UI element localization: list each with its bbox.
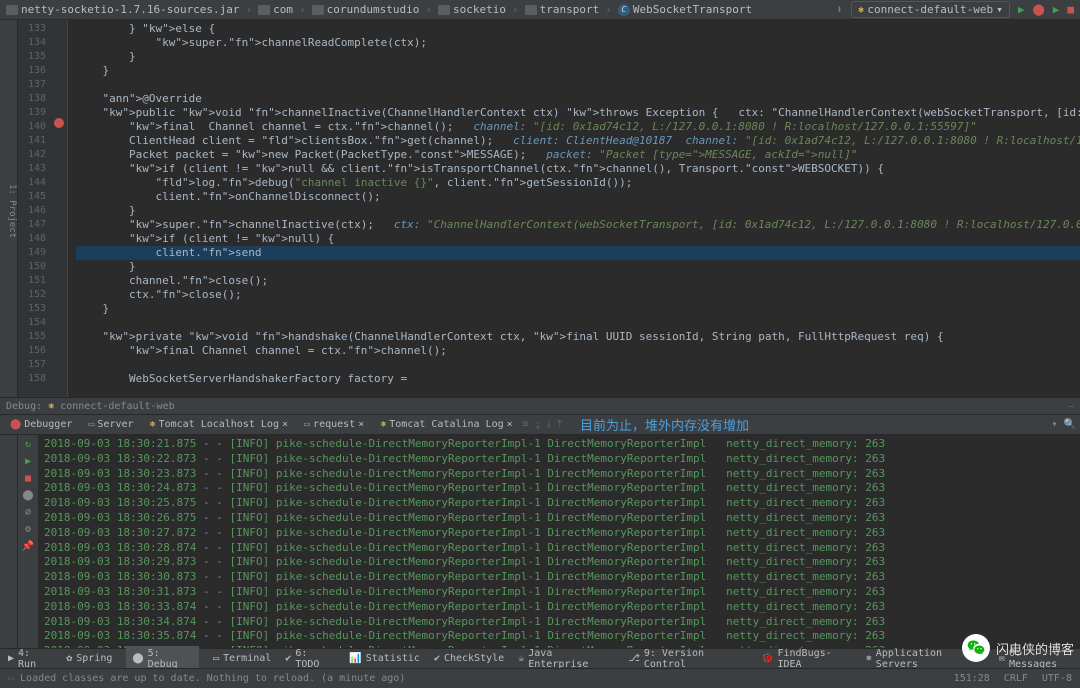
jar-icon: [6, 5, 18, 15]
stop-icon[interactable]: ■: [25, 473, 31, 484]
project-tool-tab[interactable]: 1: Project: [7, 184, 17, 238]
tab-tomcat-localhost[interactable]: ⎈Tomcat Localhost Log ×: [144, 417, 294, 432]
debug-tool-tabs: ⬤Debugger ▭Server ⎈Tomcat Localhost Log …: [0, 415, 1080, 435]
bottom-tool-buttons: ▶ 4: Run ✿ Spring ⬤ 5: Debug ▭ Terminal …: [0, 648, 1080, 668]
tool-run[interactable]: ▶ 4: Run: [8, 648, 52, 670]
line-separator[interactable]: CRLF: [1004, 673, 1028, 684]
folder-icon: [525, 5, 537, 15]
run-coverage-icon[interactable]: ▶: [1053, 3, 1060, 16]
breadcrumb-jar[interactable]: netty-socketio-1.7.16-sources.jar: [21, 3, 240, 16]
watermark-text: 闪电侠的博客: [996, 639, 1074, 658]
run-icon[interactable]: ▶: [1018, 3, 1025, 16]
debug-label: Debug:: [6, 401, 42, 412]
mute-breakpoints-icon[interactable]: ⌀: [25, 507, 31, 518]
tool-terminal[interactable]: ▭ Terminal: [213, 653, 271, 664]
tab-request[interactable]: ▭request ×: [298, 417, 370, 432]
file-encoding[interactable]: UTF-8: [1042, 673, 1072, 684]
breakpoint-gutter[interactable]: [52, 20, 68, 397]
breadcrumb-p4[interactable]: transport: [540, 3, 600, 16]
status-bar: ▭ Loaded classes are up to date. Nothing…: [0, 668, 1080, 688]
settings-icon[interactable]: ⚙: [25, 524, 31, 535]
tool-statistic[interactable]: 📊 Statistic: [349, 653, 420, 664]
folder-icon: [438, 5, 450, 15]
breadcrumb-bar: netty-socketio-1.7.16-sources.jar› com› …: [0, 0, 1080, 20]
console-action-gutter: ↻ ▶ ■ ⬤ ⌀ ⚙ 📌: [18, 435, 38, 648]
tool-todo[interactable]: ✔ 6: TODO: [285, 648, 335, 670]
debug-target: connect-default-web: [60, 401, 174, 412]
run-config-selector[interactable]: ⎈connect-default-web ▾: [851, 1, 1010, 18]
breadcrumb[interactable]: netty-socketio-1.7.16-sources.jar› com› …: [6, 3, 752, 16]
debug-session-bar: Debug: ⎈ connect-default-web —: [0, 397, 1080, 415]
breadcrumb-class[interactable]: WebSocketTransport: [633, 3, 752, 16]
tab-debugger[interactable]: ⬤Debugger: [4, 417, 78, 432]
left-tool-strip[interactable]: 1: Project DB Browser: [0, 20, 18, 397]
hide-panel-icon[interactable]: —: [1068, 401, 1074, 412]
tool-vcs[interactable]: ⎇ 9: Version Control: [628, 648, 747, 670]
code-editor[interactable]: 1331341351361371381391401411421431441451…: [18, 20, 1080, 397]
tool-java-ee[interactable]: ☕ Java Enterprise: [518, 648, 614, 670]
breadcrumb-p3[interactable]: socketio: [453, 3, 506, 16]
rerun-icon[interactable]: ↻: [25, 439, 31, 450]
breadcrumb-p2[interactable]: corundumstudio: [327, 3, 420, 16]
status-message: Loaded classes are up to date. Nothing t…: [20, 673, 405, 684]
build-icon[interactable]: ⬇: [836, 3, 843, 16]
code-area[interactable]: } "kw">else { "kw">super."fn">channelRea…: [68, 20, 1080, 397]
tool-spring[interactable]: ✿ Spring: [66, 653, 112, 664]
folder-icon: [258, 5, 270, 15]
stop-icon[interactable]: ■: [1067, 3, 1074, 16]
line-number-gutter[interactable]: 1331341351361371381391401411421431441451…: [18, 20, 52, 397]
tool-checkstyle[interactable]: ✔ CheckStyle: [434, 653, 504, 664]
resume-icon[interactable]: ▶: [25, 456, 31, 467]
view-breakpoints-icon[interactable]: ⬤: [22, 490, 33, 501]
console-output[interactable]: 2018-09-03 18:30:21.875 - - [INFO] pike-…: [38, 435, 1080, 648]
tab-tomcat-catalina[interactable]: ⎈Tomcat Catalina Log ×: [374, 417, 518, 432]
class-icon: C: [618, 4, 630, 16]
wechat-icon: [962, 634, 990, 662]
annotation-text: 目前为止，堆外内存没有增加: [580, 415, 749, 434]
pin-icon[interactable]: 📌: [22, 541, 34, 552]
tool-findbugs[interactable]: 🐞 FindBugs-IDEA: [761, 648, 852, 670]
caret-position[interactable]: 151:28: [954, 673, 990, 684]
debug-icon[interactable]: ⬤: [1032, 3, 1044, 16]
breadcrumb-p1[interactable]: com: [273, 3, 293, 16]
folder-icon: [312, 5, 324, 15]
tab-server[interactable]: ▭Server: [82, 417, 139, 432]
watermark: 闪电侠的博客: [962, 634, 1074, 662]
